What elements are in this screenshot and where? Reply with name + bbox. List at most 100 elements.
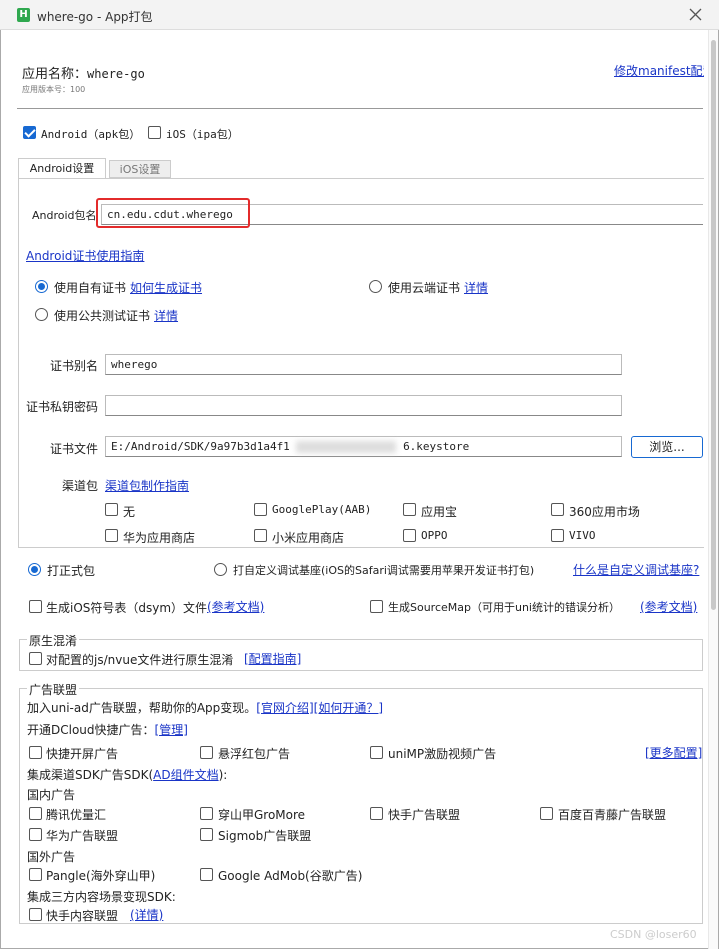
ios-checkbox[interactable] [148,126,161,139]
ads-intro-link1[interactable]: [官网介绍] [256,701,313,715]
header-divider [17,108,703,109]
sourcemap-link[interactable]: (参考文档) [640,598,697,615]
overseas-admob-checkbox[interactable] [200,868,213,881]
channel-oppo-label: OPPO [421,529,448,542]
channel-none-label: 无 [123,505,136,519]
quick-redpacket-checkbox[interactable] [200,746,213,759]
alias-input[interactable]: wherego [105,354,622,375]
sdk-label-end: ): [218,768,228,782]
domestic-baidu-checkbox[interactable] [540,807,553,820]
sdk-label: 集成渠道SDK广告SDK( [27,768,154,782]
domestic-huawei-checkbox[interactable] [29,828,42,841]
channel-xiaomi-label: 小米应用商店 [272,531,345,545]
native-obfuscation-legend: 原生混淆 [27,632,80,649]
thirdparty-label: 集成三方内容场景变现SDK: [27,890,176,904]
tab-android-label: Android设置 [29,162,95,175]
cert-guide-link[interactable]: Android证书使用指南 [26,247,144,264]
thirdparty-kuaishou-checkbox[interactable] [29,908,42,921]
tab-ios-label: iOS设置 [119,163,161,176]
manifest-link[interactable]: 修改manifest配置 [614,62,704,79]
dsym-link[interactable]: (参考文档) [207,598,264,615]
domestic-gromore-checkbox[interactable] [200,807,213,820]
browse-button-label: 浏览... [649,440,685,454]
app-name: where-go [87,67,145,81]
tab-ios[interactable]: iOS设置 [109,160,171,178]
watermark: CSDN @loser60 [610,928,697,941]
quick-video-checkbox[interactable] [370,746,383,759]
build-formal-radio[interactable] [28,563,41,576]
channel-yingyongbao-label: 应用宝 [421,505,458,519]
channel-vivo-checkbox[interactable] [551,529,564,542]
cert-own-link[interactable]: 如何生成证书 [130,279,202,296]
tab-android[interactable]: Android设置 [18,158,106,178]
cert-own-radio[interactable] [35,280,48,293]
channel-googleplay-checkbox[interactable] [254,503,267,516]
password-input[interactable] [105,395,622,416]
dcloud-link[interactable]: [管理] [155,723,188,737]
window-title: where-go - App打包 [37,10,153,24]
sdk-link[interactable]: AD组件文档 [153,768,218,782]
overseas-label: 国外广告 [27,850,76,864]
cert-cloud-link[interactable]: 详情 [464,279,488,296]
channel-link[interactable]: 渠道包制作指南 [105,477,189,494]
cert-own-label: 使用自有证书 [54,281,127,295]
thirdparty-link[interactable]: (详情) [130,906,163,923]
channel-360-label: 360应用市场 [569,505,640,519]
domestic-huawei-label: 华为广告联盟 [46,829,119,843]
app-name-row: 应用名称：where-go [22,63,145,82]
file-input[interactable]: E:/Android/SDK/9a97b3d1a4f1 6.keystore [105,436,622,457]
channel-yingyongbao-checkbox[interactable] [403,503,416,516]
ads-legend: 广告联盟 [27,681,80,698]
overseas-admob-label: Google AdMob(谷歌广告) [218,869,363,883]
channel-360-checkbox[interactable] [551,503,564,516]
cert-public-radio[interactable] [35,308,48,321]
domestic-tencent-checkbox[interactable] [29,807,42,820]
build-custom-label: 打自定义调试基座(iOS的Safari调试需要用苹果开发证书打包) [233,564,535,577]
sourcemap-checkbox[interactable] [370,600,383,613]
custom-base-link[interactable]: 什么是自定义调试基座? [573,561,703,578]
domestic-sigmob-checkbox[interactable] [200,828,213,841]
android-label: Android（apk包） [41,128,141,141]
domestic-label: 国内广告 [27,788,76,802]
channel-googleplay-label: GooglePlay(AAB) [272,503,372,516]
sourcemap-label: 生成SourceMap（可用于uni统计的错误分析） [388,601,620,614]
cert-cloud-radio[interactable] [369,280,382,293]
dsym-checkbox[interactable] [29,600,42,613]
channel-xiaomi-checkbox[interactable] [254,529,267,542]
build-custom-radio[interactable] [214,563,227,576]
domestic-kuaishou-checkbox[interactable] [370,807,383,820]
cert-cloud-label: 使用云端证书 [388,281,461,295]
alias-value: wherego [111,358,158,371]
ads-intro-link2[interactable]: [如何开通？] [314,701,383,715]
domestic-gromore-label: 穿山甲GroMore [218,808,306,822]
password-label: 证书私钥密码 [26,400,99,414]
version-row: 应用版本号：100 [22,84,85,95]
alias-label: 证书别名 [50,359,99,373]
domestic-tencent-label: 腾讯优量汇 [46,808,107,822]
thirdparty-kuaishou-label: 快手内容联盟 [46,909,119,923]
channel-oppo-checkbox[interactable] [403,529,416,542]
ios-label: iOS（ipa包） [166,128,239,141]
sdk-row: 集成渠道SDK广告SDK(AD组件文档): [27,766,227,783]
channel-label: 渠道包 [62,479,99,493]
file-redaction [296,441,397,453]
ads-intro: 加入uni-ad广告联盟，帮助你的App变现。 [27,701,257,715]
version-label: 应用版本号： [22,85,70,94]
native-obfuscation-checkbox[interactable] [29,652,42,665]
browse-button[interactable]: 浏览... [631,436,703,458]
channel-none-checkbox[interactable] [105,503,118,516]
android-checkbox[interactable] [23,126,36,139]
channel-huawei-label: 华为应用商店 [123,531,196,545]
cert-public-link[interactable]: 详情 [154,307,178,324]
native-obfuscation-link[interactable]: [配置指南] [244,650,301,667]
app-name-label: 应用名称： [22,67,88,82]
channel-huawei-checkbox[interactable] [105,529,118,542]
more-config-link[interactable]: [更多配置] [645,744,702,761]
close-icon[interactable] [689,8,702,21]
quick-splash-checkbox[interactable] [29,746,42,759]
version: 100 [70,85,86,94]
overseas-pangle-checkbox[interactable] [29,868,42,881]
scrollbar-thumb[interactable] [711,40,716,610]
scrollbar-track[interactable] [708,30,718,949]
domestic-kuaishou-label: 快手广告联盟 [388,808,461,822]
